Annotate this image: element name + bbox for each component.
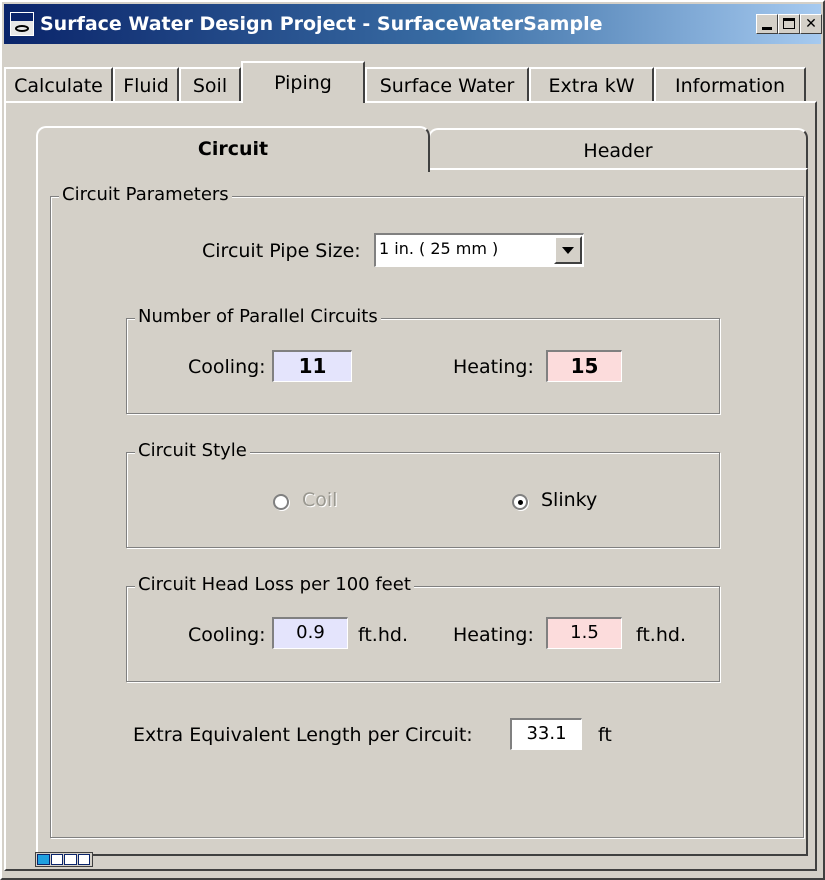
- progress-segment: [50, 854, 63, 865]
- head-loss-heating-field[interactable]: 1.5: [546, 617, 622, 649]
- pipe-size-label: Circuit Pipe Size:: [202, 240, 361, 262]
- head-loss-heating-unit: ft.hd.: [636, 624, 686, 646]
- slinky-radio[interactable]: [512, 494, 528, 510]
- tab-piping[interactable]: Piping: [241, 61, 365, 103]
- parallel-circuits-legend: Number of Parallel Circuits: [135, 306, 381, 327]
- maximize-button[interactable]: [778, 14, 800, 34]
- extra-length-label: Extra Equivalent Length per Circuit:: [133, 724, 473, 746]
- close-button[interactable]: ✕: [800, 14, 822, 34]
- circuit-parameters-legend: Circuit Parameters: [59, 184, 232, 205]
- chevron-down-icon: [562, 247, 574, 254]
- parallel-heating-label: Heating:: [453, 356, 534, 378]
- pipe-size-value: 1 in. ( 25 mm ): [379, 239, 499, 258]
- progress-segment: [77, 854, 90, 865]
- minimize-icon: [762, 27, 772, 30]
- tab-calculate[interactable]: Calculate: [4, 67, 113, 101]
- maximize-icon: [783, 18, 795, 29]
- extra-length-field[interactable]: 33.1: [510, 718, 582, 750]
- coil-label: Coil: [302, 489, 338, 511]
- subtab-header[interactable]: Header: [428, 128, 808, 170]
- circuit-style-group: Circuit Style: [126, 440, 720, 548]
- minimize-button[interactable]: [756, 14, 778, 34]
- head-loss-cooling-unit: ft.hd.: [358, 624, 408, 646]
- parallel-heating-field[interactable]: 15: [546, 350, 622, 382]
- window-title: Surface Water Design Project - SurfaceWa…: [40, 13, 603, 35]
- head-loss-cooling-label: Cooling:: [188, 624, 266, 646]
- head-loss-heating-label: Heating:: [453, 624, 534, 646]
- parallel-cooling-field[interactable]: 11: [272, 350, 352, 382]
- parallel-cooling-label: Cooling:: [188, 356, 266, 378]
- tab-extra-kw[interactable]: Extra kW: [529, 67, 654, 101]
- tab-surface-water[interactable]: Surface Water: [365, 67, 529, 101]
- tab-soil[interactable]: Soil: [179, 67, 241, 101]
- pipe-size-dropdown-button[interactable]: [554, 236, 582, 264]
- slinky-label: Slinky: [541, 489, 598, 511]
- progress-segment: [37, 854, 50, 865]
- circuit-style-legend: Circuit Style: [135, 440, 250, 461]
- close-icon: ✕: [805, 16, 817, 32]
- app-icon: [10, 12, 34, 36]
- extra-length-unit: ft: [598, 724, 612, 746]
- tab-information[interactable]: Information: [654, 67, 806, 101]
- tab-fluid[interactable]: Fluid: [113, 67, 179, 101]
- title-bar[interactable]: Surface Water Design Project - SurfaceWa…: [4, 4, 822, 44]
- progress-segment: [64, 854, 77, 865]
- progress-indicator: [35, 852, 93, 867]
- subtab-circuit[interactable]: Circuit: [36, 126, 430, 172]
- pipe-size-select[interactable]: 1 in. ( 25 mm ): [374, 233, 584, 267]
- head-loss-cooling-field[interactable]: 0.9: [272, 617, 348, 649]
- coil-radio[interactable]: [273, 494, 289, 510]
- head-loss-legend: Circuit Head Loss per 100 feet: [135, 574, 414, 595]
